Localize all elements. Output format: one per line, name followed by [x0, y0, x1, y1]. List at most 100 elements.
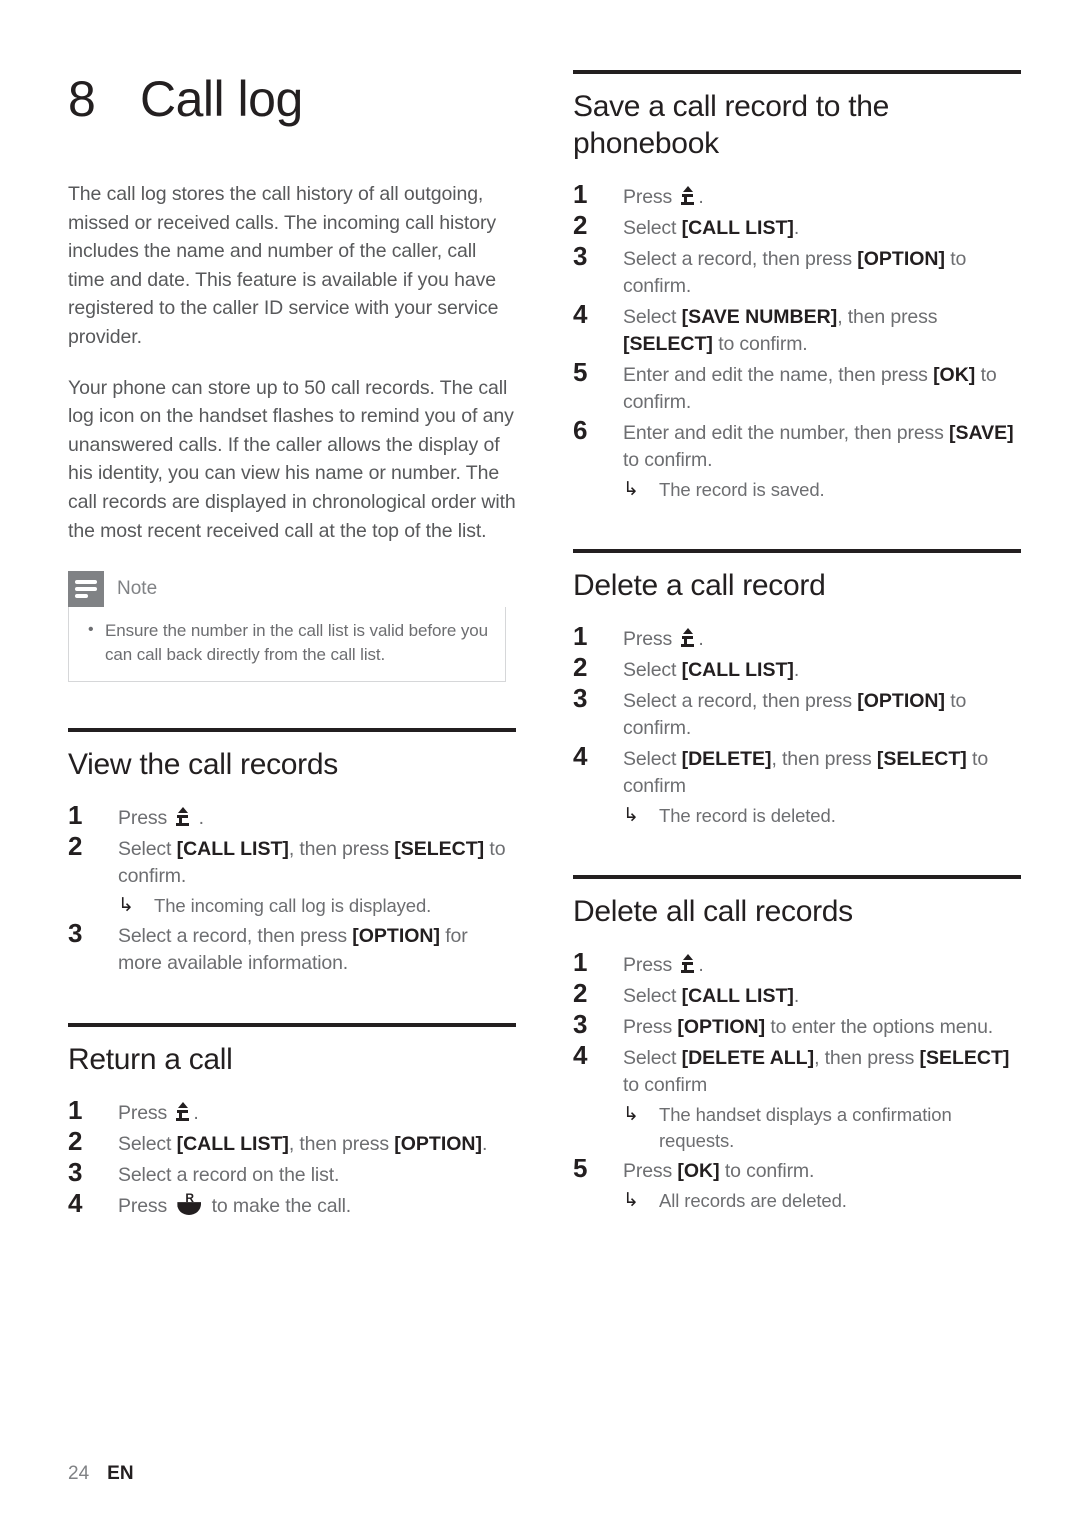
key-label: [OPTION] [677, 1016, 766, 1038]
menu-key-icon [175, 807, 192, 828]
step-text-pre: Press [118, 1102, 173, 1125]
chapter-title: Call log [140, 71, 303, 127]
step-text-pre: Press [118, 807, 173, 830]
result-arrow-icon: ↳ [623, 1190, 639, 1211]
step-text-post: to confirm. [623, 449, 713, 471]
section-rule [573, 70, 1021, 74]
step-text-pre: Select a record, then press [623, 248, 858, 270]
step-result: ↳ The record is saved. [623, 477, 1021, 503]
step-text-post: to confirm. [719, 1160, 815, 1182]
step-text-pre: Select [623, 985, 682, 1007]
step-text-pre: Press [623, 1016, 678, 1038]
step-text-post: to confirm. [712, 333, 808, 355]
menu-key-icon [680, 628, 697, 649]
key-label: [CALL LIST] [681, 217, 794, 239]
step-result: ↳ All records are deleted. [623, 1188, 1021, 1214]
page-footer: 24 EN [68, 1463, 134, 1485]
key-label: [SELECT] [623, 333, 713, 355]
section-save-to-phonebook: Save a call record to the phonebook Pres… [573, 70, 1021, 503]
footer-page-number: 24 [68, 1463, 90, 1484]
result-arrow-icon: ↳ [623, 805, 639, 826]
key-label: [SELECT] [394, 838, 485, 861]
step-text-post: . [793, 217, 800, 239]
step-item: Select a record, then press [OPTION] to … [573, 243, 1021, 300]
result-text: All records are deleted. [659, 1190, 847, 1211]
step-text-mid: , then press [814, 1047, 920, 1069]
step-item: Select [SAVE NUMBER], then press [SELECT… [573, 301, 1021, 358]
key-label: [SELECT] [876, 748, 967, 770]
step-text-pre: Press [623, 186, 678, 208]
step-text-post: to make the call. [206, 1195, 352, 1218]
step-list: Press . Select [CALL LIST], then press [… [68, 802, 516, 977]
step-item: Enter and edit the number, then press [S… [573, 417, 1021, 503]
key-label: [CALL LIST] [681, 659, 794, 681]
intro-paragraph-1: The call log stores the call history of … [68, 183, 499, 348]
key-label: [SAVE NUMBER] [681, 306, 838, 328]
section-delete-all-call-records: Delete all call records Press . Select [… [573, 875, 1021, 1214]
result-arrow-icon: ↳ [118, 895, 134, 917]
step-item: Enter and edit the name, then press [OK]… [573, 359, 1021, 416]
step-text-pre: Select [623, 748, 682, 770]
chapter-heading: 8 Call log [68, 70, 516, 128]
note-header: Note [68, 571, 506, 608]
result-text: The incoming call log is displayed. [154, 895, 432, 917]
step-text-post: . [793, 659, 800, 681]
section-rule [573, 549, 1021, 553]
step-text-post: . [698, 628, 704, 650]
result-text: The handset displays a confirmation requ… [659, 1104, 952, 1151]
key-label: [CALL LIST] [176, 1133, 289, 1156]
step-text-mid: , then press [837, 306, 938, 328]
step-text-post: . [793, 985, 800, 1007]
step-list: Press . Select [CALL LIST], then press [… [68, 1097, 516, 1220]
key-label: [DELETE ALL] [681, 1047, 815, 1069]
section-rule [68, 1023, 516, 1028]
step-item: Press [OPTION] to enter the options menu… [573, 1011, 1021, 1041]
left-column: 8 Call log The call log stores the call … [68, 70, 516, 1224]
step-text-pre: Select a record, then press [623, 690, 858, 712]
key-label: [OPTION] [857, 690, 946, 712]
menu-key-icon [680, 954, 697, 975]
step-text-mid: , then press [771, 748, 877, 770]
step-item: Select [CALL LIST], then press [SELECT] … [68, 833, 516, 919]
note-body: Ensure the number in the call list is va… [68, 607, 506, 683]
chapter-number: 8 [68, 71, 96, 127]
menu-key-icon [175, 1102, 192, 1123]
note-label: Note [117, 578, 158, 600]
note-box: Note Ensure the number in the call list … [68, 571, 506, 683]
step-text-pre: Select [623, 306, 682, 328]
section-delete-a-call-record: Delete a call record Press . Select [CAL… [573, 549, 1021, 829]
step-text-mid: , then press [288, 1133, 395, 1156]
step-item: Select [CALL LIST], then press [OPTION]. [68, 1128, 516, 1158]
step-item: Select [CALL LIST]. [573, 980, 1021, 1010]
step-item: Press . [573, 949, 1021, 979]
step-item: Select a record, then press [OPTION] to … [573, 685, 1021, 742]
handset-call-icon: R [176, 1192, 202, 1217]
step-text-pre: Select [623, 1047, 682, 1069]
step-list: Press . Select [CALL LIST]. Press [OPTIO… [573, 949, 1021, 1214]
section-return-a-call: Return a call Press . Select [CALL LIST]… [68, 1023, 516, 1220]
result-text: The record is saved. [659, 479, 825, 500]
result-arrow-icon: ↳ [623, 479, 639, 500]
step-item: Select a record on the list. [68, 1159, 516, 1189]
key-label: [OPTION] [352, 925, 441, 948]
step-text-pre: Select a record on the list. [118, 1164, 340, 1187]
key-label: [OK] [933, 364, 976, 386]
step-text-pre: Enter and edit the number, then press [623, 422, 950, 444]
step-text-post: . [193, 1102, 199, 1125]
step-text-post: . [698, 954, 704, 976]
section-title: Return a call [68, 1043, 233, 1077]
step-text-pre: Press [623, 628, 678, 650]
step-text-pre: Select [118, 1133, 177, 1156]
step-item: Press R to make the call. [68, 1190, 516, 1220]
section-rule [68, 728, 516, 733]
step-result: ↳ The record is deleted. [623, 803, 1021, 829]
section-view-call-records: View the call records Press . Select [CA… [68, 728, 516, 977]
right-column: Save a call record to the phonebook Pres… [573, 70, 1021, 1218]
step-text-post: to confirm [623, 1074, 708, 1096]
step-result: ↳ The handset displays a confirmation req… [623, 1102, 1021, 1154]
manual-page: 8 Call log The call log stores the call … [0, 0, 1080, 1527]
key-label: [SELECT] [919, 1047, 1010, 1069]
step-text-pre: Press [623, 1160, 678, 1182]
key-label: [DELETE] [681, 748, 772, 770]
step-item: Press [OK] to confirm. ↳ All records are … [573, 1155, 1021, 1214]
